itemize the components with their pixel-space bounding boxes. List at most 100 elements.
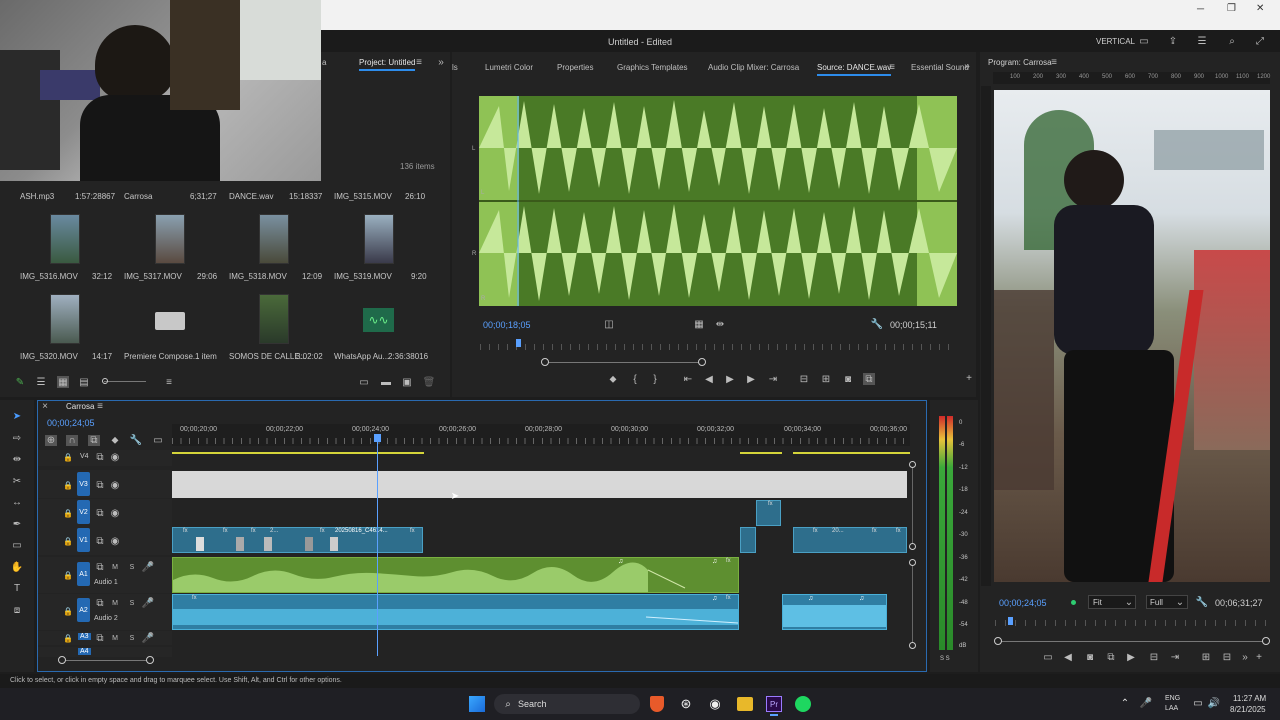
- file-explorer-icon[interactable]: [737, 697, 753, 711]
- panel-menu-icon[interactable]: ≡: [1049, 57, 1059, 68]
- minimize-button[interactable]: ─: [1197, 4, 1204, 15]
- microphone-icon[interactable]: 🎤: [1140, 698, 1152, 709]
- tab-source[interactable]: Source: DANCE.wav: [817, 63, 892, 76]
- taskbar-search[interactable]: [494, 694, 640, 714]
- source-waveform[interactable]: [479, 96, 957, 306]
- sync-icon[interactable]: ⧉: [95, 480, 105, 491]
- close-button[interactable]: ✕: [1256, 3, 1264, 14]
- zoom-handle-left[interactable]: [994, 637, 1002, 645]
- pencil-icon[interactable]: ✎: [14, 376, 26, 388]
- program-tab[interactable]: Program: Carrosa: [988, 58, 1052, 67]
- zoom-handle-left[interactable]: [541, 358, 549, 366]
- project-item-name[interactable]: IMG_5318.MOV: [229, 272, 287, 281]
- sequence-tab[interactable]: Carrosa: [66, 402, 94, 411]
- track-target[interactable]: A4: [78, 648, 91, 655]
- icon-view-icon[interactable]: ▦: [57, 376, 69, 388]
- track-target[interactable]: V1: [77, 528, 90, 552]
- solo-button[interactable]: S: [127, 633, 137, 643]
- tab-essential-sound[interactable]: Essential Sound: [911, 63, 969, 72]
- list-view-icon[interactable]: ☰: [35, 376, 47, 388]
- lock-icon[interactable]: 🔒: [63, 633, 73, 643]
- track-select-icon[interactable]: ⇨: [10, 431, 24, 445]
- clip-thumbnail[interactable]: [50, 294, 80, 344]
- pen-tool-icon[interactable]: ✒: [10, 517, 24, 531]
- mark-out-icon[interactable]: }: [650, 374, 660, 385]
- wrench-icon[interactable]: 🔧: [130, 435, 142, 446]
- insert-icon[interactable]: ⊟: [798, 374, 810, 385]
- source-playhead[interactable]: [516, 339, 521, 347]
- clock-time[interactable]: 11:27 AM: [1233, 694, 1266, 703]
- timeline-zoom-bar[interactable]: [62, 660, 152, 661]
- project-item-name[interactable]: IMG_5317.MOV: [124, 272, 182, 281]
- sync-icon[interactable]: ⧉: [95, 508, 105, 519]
- tab-audio-clip-mixer[interactable]: Audio Clip Mixer: Carrosa: [708, 63, 799, 72]
- rectangle-tool-icon[interactable]: ▭: [10, 538, 24, 552]
- lift-icon[interactable]: ⊞: [1200, 652, 1212, 663]
- step-back-icon[interactable]: ◀: [704, 374, 714, 385]
- scroll-handle[interactable]: [909, 559, 916, 566]
- source-ruler[interactable]: [480, 344, 955, 350]
- scroll-handle[interactable]: [909, 642, 916, 649]
- track-target[interactable]: A1: [77, 562, 90, 586]
- fullscreen-icon[interactable]: ⤢: [1254, 35, 1266, 47]
- frame-icon[interactable]: ▭: [1138, 35, 1150, 47]
- project-tab-partial[interactable]: a: [322, 58, 326, 67]
- extract-icon[interactable]: ⊟: [1221, 652, 1233, 663]
- more-panels-icon[interactable]: »: [1240, 652, 1250, 663]
- slip-tool-icon[interactable]: ↔: [10, 495, 24, 509]
- microphone-icon[interactable]: 🎤: [142, 633, 154, 644]
- more-panels-icon[interactable]: »: [962, 61, 972, 72]
- scroll-handle[interactable]: [909, 543, 916, 550]
- sync-icon[interactable]: ⧉: [95, 452, 105, 463]
- solo-button[interactable]: S: [127, 598, 137, 608]
- volume-icon[interactable]: 🔊: [1208, 698, 1220, 709]
- program-video-frame[interactable]: [994, 90, 1270, 582]
- step-forward-icon[interactable]: ▶: [746, 374, 756, 385]
- clip-thumbnail[interactable]: [259, 214, 289, 264]
- project-item-name[interactable]: Carrosa: [124, 192, 152, 201]
- add-button-icon[interactable]: +: [964, 373, 974, 384]
- chevron-up-icon[interactable]: ⌃: [1120, 698, 1130, 709]
- track-target[interactable]: A2: [77, 598, 90, 622]
- lock-icon[interactable]: 🔒: [63, 480, 73, 490]
- share-icon[interactable]: ⇪: [1167, 35, 1179, 47]
- project-item-name[interactable]: IMG_5320.MOV: [20, 352, 78, 361]
- freeform-view-icon[interactable]: ▤: [78, 376, 90, 388]
- zoom-icon[interactable]: ⌕: [1226, 35, 1238, 47]
- lock-icon[interactable]: 🔒: [63, 452, 73, 462]
- selection-tool-icon[interactable]: ➤: [10, 409, 24, 423]
- clock-date[interactable]: 8/21/2025: [1230, 705, 1266, 714]
- zoom-slider[interactable]: [104, 381, 146, 382]
- tab-properties[interactable]: Properties: [557, 63, 593, 72]
- project-tab[interactable]: Project: Untitled: [359, 58, 416, 71]
- sync-icon[interactable]: ⧉: [95, 598, 105, 609]
- project-item-name[interactable]: IMG_5319.MOV: [334, 272, 392, 281]
- automate-icon[interactable]: ▭: [358, 376, 370, 388]
- audio-clip-a1[interactable]: [172, 557, 739, 593]
- project-item-name[interactable]: IMG_5316.MOV: [20, 272, 78, 281]
- go-to-out-icon[interactable]: ⇥: [1169, 652, 1181, 663]
- eye-icon[interactable]: ◉: [110, 508, 120, 519]
- microphone-icon[interactable]: 🎤: [142, 562, 154, 573]
- brave-browser-icon[interactable]: [650, 696, 664, 712]
- tab-partial[interactable]: ls: [452, 63, 458, 72]
- caption-tool-icon[interactable]: ⧈: [10, 603, 24, 617]
- wrench-icon[interactable]: 🔧: [871, 319, 883, 330]
- camera-icon[interactable]: ◙: [842, 374, 854, 385]
- close-icon[interactable]: ×: [41, 401, 49, 412]
- drag-audio-icon[interactable]: ⇹: [715, 319, 725, 330]
- windows-start-icon[interactable]: [469, 696, 485, 712]
- step-back-icon[interactable]: ◀: [1063, 652, 1073, 663]
- razor-tool-icon[interactable]: ✂: [10, 474, 24, 488]
- obs-icon[interactable]: ◉: [707, 696, 723, 712]
- play-icon[interactable]: ▶: [725, 374, 735, 385]
- camera-icon[interactable]: ◙: [1084, 652, 1096, 663]
- project-item-name[interactable]: WhatsApp Au...: [334, 352, 389, 361]
- program-zoom-bar[interactable]: [998, 641, 1266, 642]
- tab-graphics-templates[interactable]: Graphics Templates: [617, 63, 688, 72]
- clip-thumbnail[interactable]: [364, 214, 394, 264]
- microphone-icon[interactable]: 🎤: [142, 598, 154, 609]
- button-editor-icon[interactable]: ⧉: [863, 373, 875, 385]
- panel-menu-icon[interactable]: ≡: [96, 401, 104, 412]
- snap-icon[interactable]: ∩: [66, 435, 78, 446]
